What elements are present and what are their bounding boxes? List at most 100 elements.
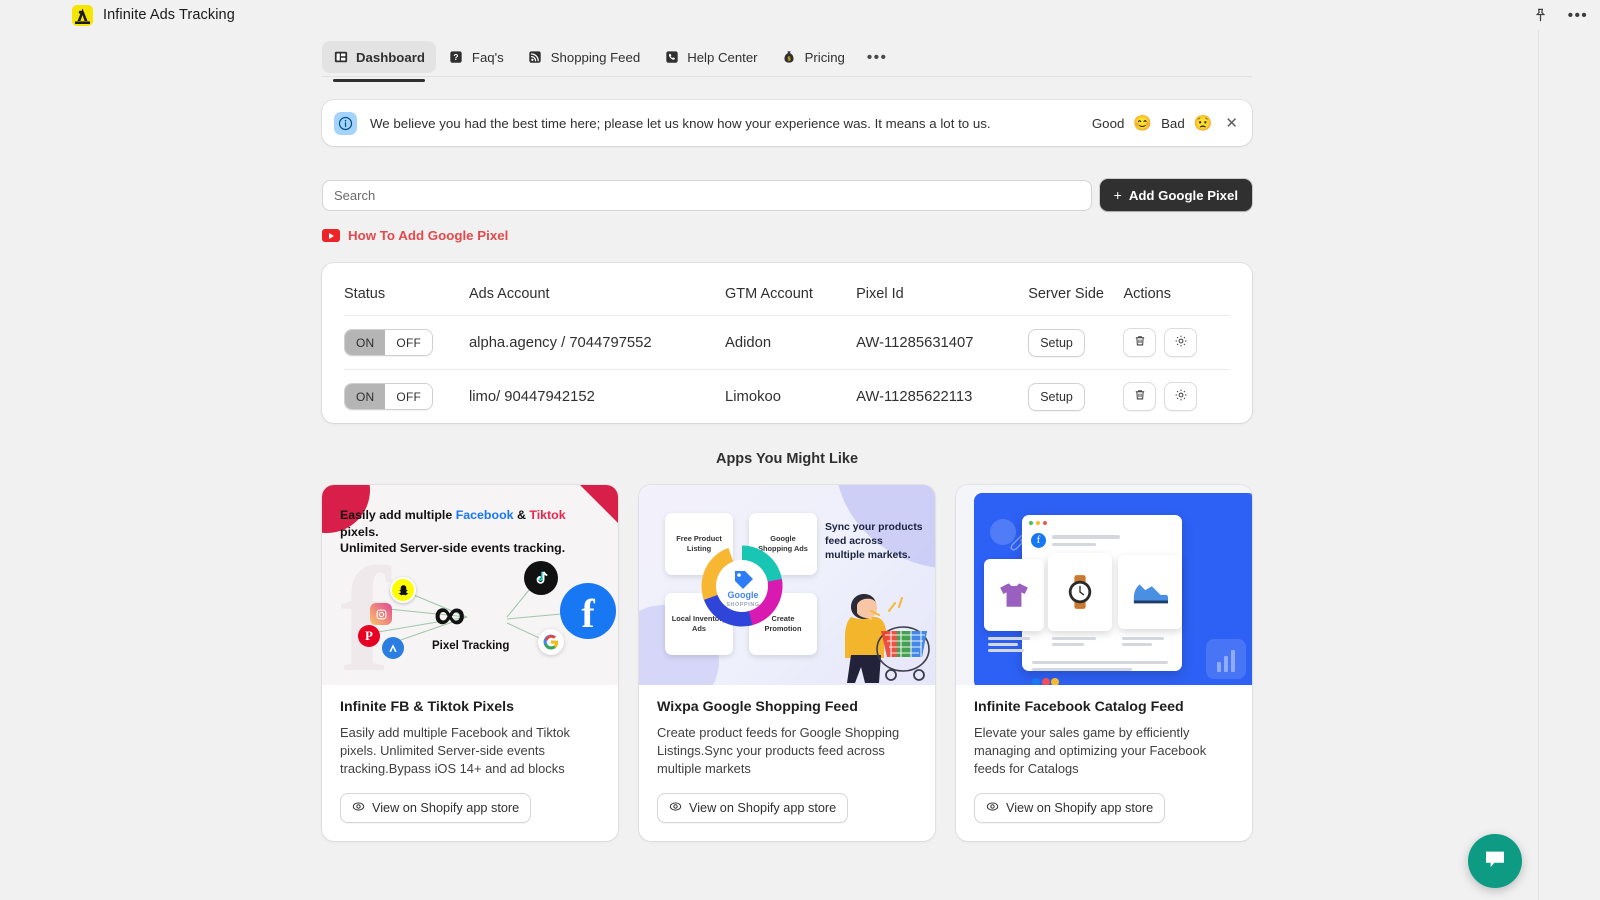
tab-help-center[interactable]: Help Center <box>653 41 768 73</box>
more-horizontal-icon[interactable]: ••• <box>1568 5 1588 25</box>
atlas-icon <box>382 637 404 659</box>
app-logo-icon <box>72 4 93 26</box>
good-label[interactable]: Good <box>1092 116 1125 131</box>
app-card[interactable]: f Easily add multiple Facebook & Tiktok … <box>322 485 618 842</box>
app-thumbnail-fb-catalog: f <box>956 485 1252 685</box>
close-icon[interactable]: ✕ <box>1225 114 1238 132</box>
cell-status: ON OFF <box>344 370 469 424</box>
tab-faqs[interactable]: ? Faq's <box>438 41 515 73</box>
youtube-play-icon <box>322 229 340 242</box>
apps-section-title: Apps You Might Like <box>715 451 859 467</box>
cell-pixel-id: AW-11285631407 <box>856 315 1029 370</box>
column-header-actions: Actions <box>1123 263 1230 316</box>
view-on-shopify-app-store-button[interactable]: View on Shopify app store <box>340 793 532 824</box>
feedback-banner: We believe you had the best time here; p… <box>322 100 1252 146</box>
app-card-description: Easily add multiple Facebook and Tiktok … <box>340 725 571 776</box>
app-card[interactable]: f Infinite Facebook Catalog Feed Elevate… <box>956 485 1252 842</box>
search-input[interactable] <box>322 179 1092 211</box>
search-row: + Add Google Pixel <box>322 179 1252 211</box>
row-settings-button[interactable] <box>1164 328 1198 357</box>
toggle-off-option[interactable]: OFF <box>385 330 433 355</box>
cell-gtm-account: Limokoo <box>725 388 781 405</box>
shoe-icon <box>1133 584 1169 604</box>
view-button-label: View on Shopify app store <box>1006 801 1154 816</box>
bad-emoji-icon[interactable]: 😟 <box>1194 116 1213 131</box>
tab-label: Faq's <box>471 49 504 65</box>
svg-text:?: ? <box>454 52 459 62</box>
add-google-pixel-button[interactable]: + Add Google Pixel <box>1099 179 1252 211</box>
chat-widget-button[interactable] <box>1468 834 1522 888</box>
content-column: Dashboard ? Faq's Shopping Feed Help Cen… <box>322 30 1252 842</box>
app-card[interactable]: Free Product Listing Google Shopping Ads… <box>639 485 935 842</box>
app-thumbnail-wixpa-shopping: Free Product Listing Google Shopping Ads… <box>639 485 935 685</box>
app-card-description: Create product feeds for Google Shopping… <box>657 725 900 776</box>
instagram-icon <box>370 603 392 625</box>
eye-icon <box>986 800 999 816</box>
row-settings-button[interactable] <box>1164 382 1198 411</box>
toggle-on-option[interactable]: ON <box>345 384 386 409</box>
toggle-off-option[interactable]: OFF <box>385 384 433 409</box>
analytics-icon <box>1206 639 1246 679</box>
app-card-body: Infinite Facebook Catalog Feed Elevate y… <box>956 685 1252 841</box>
setup-button[interactable]: Setup <box>1028 328 1085 357</box>
facebook-icon: f <box>560 583 616 639</box>
cell-pixel-id: AW-11285622113 <box>856 388 973 405</box>
page-body: Dashboard ? Faq's Shopping Feed Help Cen… <box>0 30 1600 900</box>
tabs-overflow-icon[interactable]: ••• <box>858 41 897 73</box>
delete-row-button[interactable] <box>1123 382 1157 411</box>
thumb-side-text: Sync your products feed across multiple … <box>825 522 923 562</box>
app-thumbnail-fb-tiktok: f Easily add multiple Facebook & Tiktok … <box>322 485 618 685</box>
status-toggle[interactable]: ON OFF <box>344 329 434 356</box>
apps-grid: f Easily add multiple Facebook & Tiktok … <box>322 485 1252 842</box>
how-to-label: How To Add Google Pixel <box>348 228 509 243</box>
column-header-ads-account: Ads Account <box>468 263 726 316</box>
table-row: ON OFF alpha.agency / 7044797552 Adidon … <box>344 315 1230 370</box>
cell-gtm-account: Adidon <box>725 315 857 370</box>
thumb-center-label: Pixel Tracking <box>432 640 510 652</box>
view-on-shopify-app-store-button[interactable]: View on Shopify app store <box>657 793 849 824</box>
setup-button[interactable]: Setup <box>1028 382 1085 411</box>
trash-icon <box>1133 388 1147 406</box>
watch-icon <box>1068 575 1092 609</box>
pin-icon[interactable] <box>1530 5 1550 25</box>
question-mark-icon: ? <box>449 50 464 65</box>
tab-label: Dashboard <box>356 49 425 65</box>
tshirt-icon <box>1000 583 1028 607</box>
app-card-title: Wixpa Google Shopping Feed <box>657 699 858 715</box>
app-card-title: Infinite Facebook Catalog Feed <box>974 699 1184 715</box>
app-card-body: Wixpa Google Shopping Feed Create produc… <box>639 685 935 841</box>
snapchat-icon <box>390 577 416 603</box>
view-on-shopify-app-store-button[interactable]: View on Shopify app store <box>974 793 1166 824</box>
eye-icon <box>352 800 365 816</box>
toggle-on-option[interactable]: ON <box>345 330 386 355</box>
cell-actions <box>1123 315 1230 370</box>
tab-shopping-feed[interactable]: Shopping Feed <box>517 41 651 73</box>
pinterest-icon: P <box>358 625 380 647</box>
thumb-shopping-wordmark: SHOPPING <box>726 602 760 608</box>
gear-icon <box>1174 388 1188 406</box>
column-header-pixel-id: Pixel Id <box>856 263 1029 316</box>
column-header-gtm-account: GTM Account <box>725 263 857 316</box>
cell-ads-account: alpha.agency / 7044797552 <box>468 315 726 370</box>
status-toggle[interactable]: ON OFF <box>344 383 434 410</box>
tab-dashboard[interactable]: Dashboard <box>322 41 436 82</box>
reaction-icons <box>1032 678 1059 685</box>
facebook-icon: f <box>1031 533 1046 548</box>
top-bar-actions: ••• <box>1530 5 1588 25</box>
money-bag-icon: $ <box>782 50 797 65</box>
google-icon <box>538 629 564 655</box>
plus-icon: + <box>1113 187 1122 203</box>
add-google-pixel-label: Add Google Pixel <box>1128 187 1238 203</box>
how-to-add-google-pixel-link[interactable]: How To Add Google Pixel <box>322 228 508 243</box>
rss-feed-icon <box>528 50 543 65</box>
bad-label[interactable]: Bad <box>1161 116 1185 131</box>
eye-icon <box>669 800 682 816</box>
table-header-row: Status Ads Account GTM Account Pixel Id … <box>344 263 1230 316</box>
tab-pricing[interactable]: $ Pricing <box>771 41 856 73</box>
cell-status: ON OFF <box>344 315 469 370</box>
good-emoji-icon[interactable]: 😊 <box>1133 116 1152 131</box>
thumb-shopper-illustration <box>845 594 930 683</box>
thumb-facebook-post-window: f <box>984 515 1182 685</box>
dashboard-icon <box>333 50 348 65</box>
delete-row-button[interactable] <box>1123 328 1157 357</box>
